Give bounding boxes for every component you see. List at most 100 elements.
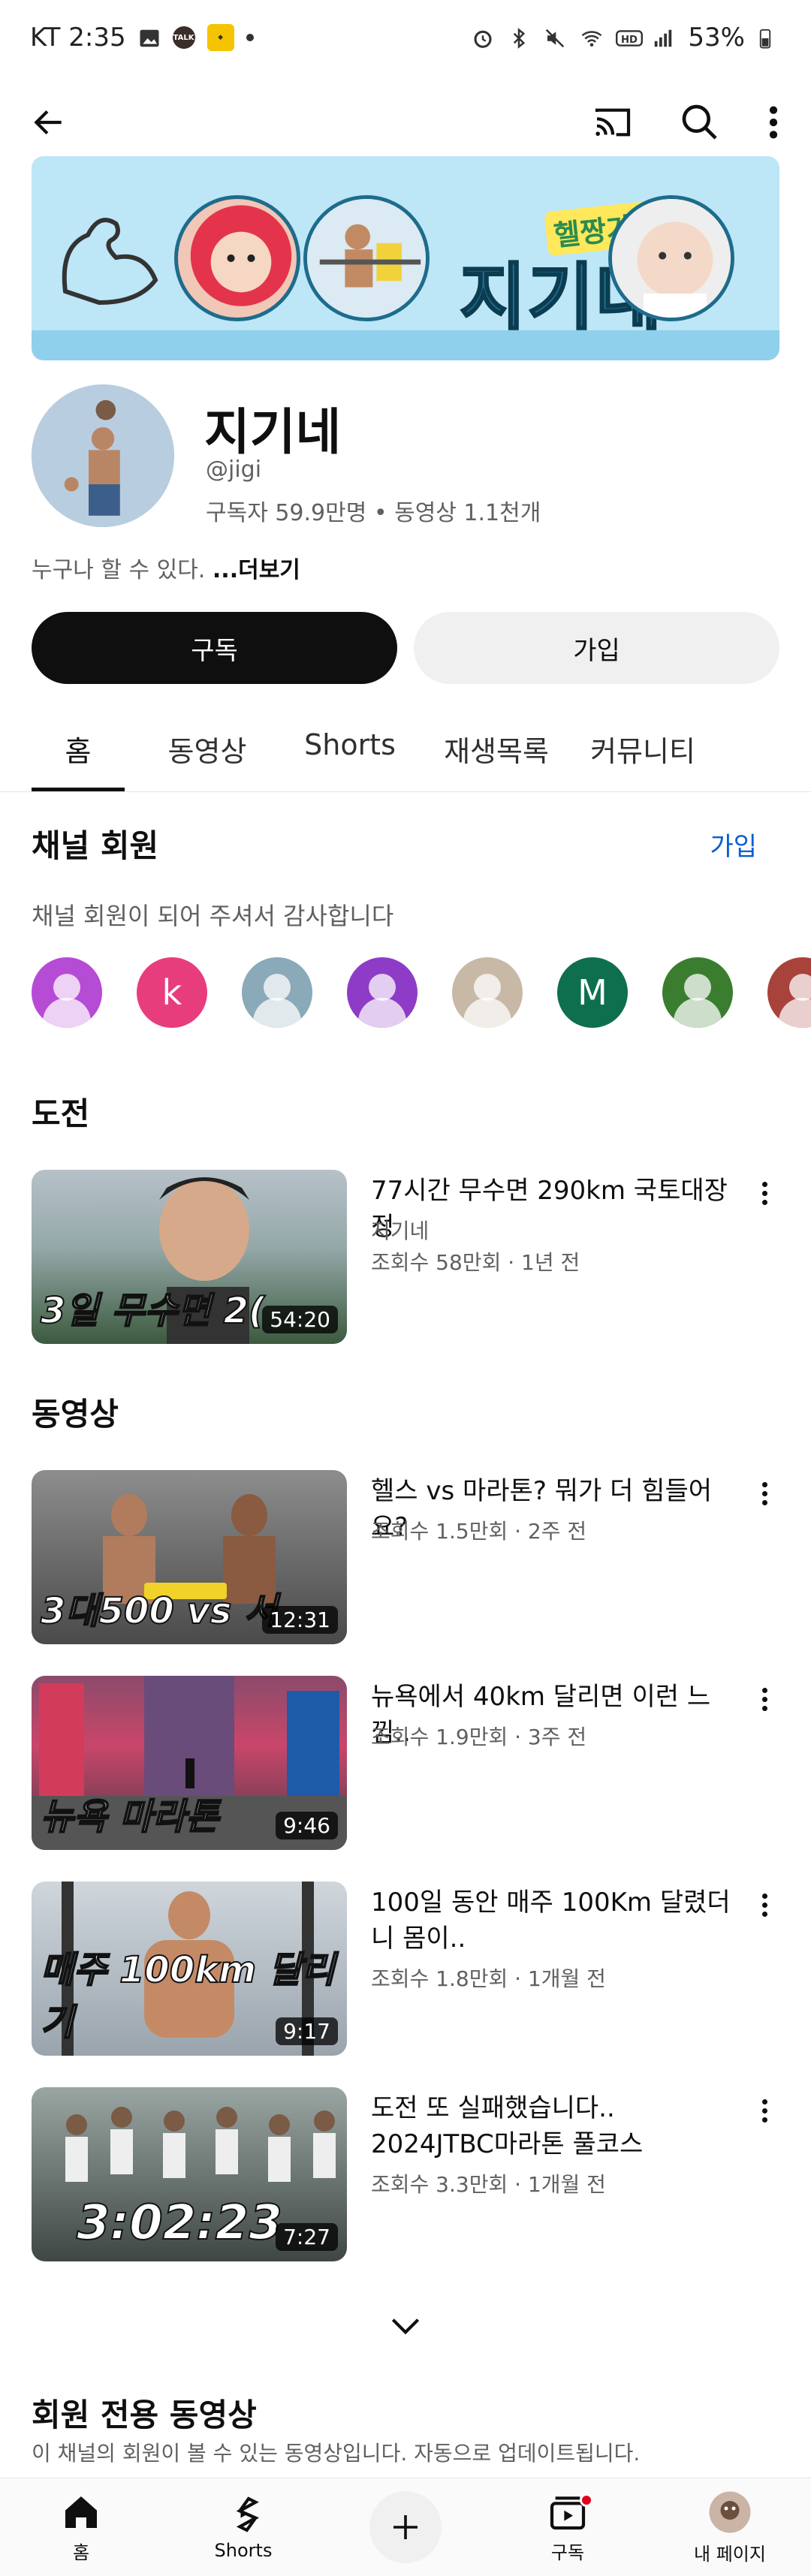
thumbnail-overlay-text: 뉴욕 마라톤 <box>40 1795 220 1839</box>
member-avatar[interactable]: k <box>137 957 207 1028</box>
back-arrow-icon[interactable] <box>30 104 68 144</box>
video-menu-icon[interactable] <box>749 1174 779 1212</box>
default-person-body <box>43 998 91 1028</box>
banner-photo-dad <box>303 195 430 321</box>
video-title[interactable]: 도전 또 실패했습니다.. 2024JTBC마라톤 풀코스 <box>371 2090 739 2162</box>
channel-avatar[interactable] <box>32 384 174 527</box>
default-person-icon <box>264 974 291 1001</box>
video-thumbnail[interactable]: 3일 무수면 2( 54:20 <box>32 1170 347 1344</box>
status-time: KT 2:35 <box>30 23 126 53</box>
video-channel: 지기네 <box>371 1219 430 1243</box>
alarm-icon <box>472 26 494 49</box>
members-join-link[interactable]: 가입 <box>710 826 757 863</box>
members-subtitle: 채널 회원이 되어 주셔서 감사합니다 <box>32 902 394 930</box>
join-button[interactable]: 가입 <box>414 612 779 684</box>
subscribe-button[interactable]: 구독 <box>32 612 397 684</box>
video-meta: 조회수 1.9만회 · 3주 전 <box>371 1725 587 1749</box>
description-text: 누구나 할 수 있다. <box>32 557 206 583</box>
channel-banner: 헬짱가족 지기네 <box>32 156 779 360</box>
banner-photo-baby <box>608 195 734 321</box>
member-avatar-letter: M <box>577 972 607 1013</box>
video-meta: 조회수 1.5만회 · 2주 전 <box>371 1519 587 1544</box>
channel-description[interactable]: 누구나 할 수 있다. ...더보기 <box>32 551 300 584</box>
gallery-icon <box>138 26 161 49</box>
cast-icon[interactable] <box>592 101 634 146</box>
member-avatar[interactable] <box>662 957 733 1028</box>
member-avatar[interactable] <box>242 957 312 1028</box>
nav-me[interactable]: 내 페이지 <box>649 2478 811 2576</box>
member-avatar[interactable] <box>347 957 418 1028</box>
video-item[interactable]: 3:02:23 7:27 도전 또 실패했습니다.. 2024JTBC마라톤 풀… <box>32 2087 779 2261</box>
video-thumbnail[interactable]: 3:02:23 7:27 <box>32 2087 347 2261</box>
challenge-section-title: 도전 <box>32 1095 90 1132</box>
nav-home[interactable]: 홈 <box>0 2478 162 2576</box>
tab-shorts[interactable]: Shorts <box>290 706 410 791</box>
nav-subscriptions-label: 구독 <box>550 2541 585 2563</box>
thumbnail-overlay-text: 3일 무수면 2( <box>40 1289 266 1333</box>
search-icon[interactable] <box>679 101 721 146</box>
channel-stats: 구독자 59.9만명 • 동영상 1.1천개 <box>206 500 541 526</box>
tab-playlists[interactable]: 재생목록 <box>410 706 583 791</box>
video-duration: 12:31 <box>262 1606 338 1634</box>
nav-me-label: 내 페이지 <box>694 2543 766 2565</box>
video-meta: 조회수 3.3만회 · 1개월 전 <box>371 2172 606 2197</box>
nav-create[interactable] <box>324 2478 487 2576</box>
create-plus-icon <box>369 2491 442 2563</box>
videos-section-title: 동영상 <box>32 1396 119 1433</box>
video-item[interactable]: 3대500 vs 서 12:31 헬스 vs 마라톤? 뭐가 더 힘들어요? 조… <box>32 1470 779 1644</box>
more-vert-icon[interactable] <box>766 101 781 146</box>
wifi-icon <box>580 26 602 49</box>
default-person-body <box>358 998 406 1028</box>
nav-shorts[interactable]: Shorts <box>162 2478 324 2576</box>
notification-dot <box>580 2493 593 2507</box>
action-buttons: 구독 가입 <box>32 612 779 684</box>
status-bar: KT 2:35 TALK ◆ HD 53% <box>0 0 811 75</box>
more-link[interactable]: ...더보기 <box>213 557 300 583</box>
video-menu-icon[interactable] <box>749 1680 779 1718</box>
thumbnail-overlay-text: 3대500 vs 서 <box>40 1589 278 1633</box>
video-item[interactable]: 매주 100km 달리기 9:17 100일 동안 매주 100Km 달렸더니 … <box>32 1882 779 2056</box>
video-thumbnail[interactable]: 뉴욕 마라톤 9:46 <box>32 1676 347 1850</box>
default-person-icon <box>53 974 80 1001</box>
banner-photo-child <box>174 195 300 321</box>
expand-chevron-icon[interactable] <box>387 2312 424 2343</box>
challenge-video[interactable]: 3일 무수면 2( 54:20 77시간 무수면 290km 국토대장정 지기네… <box>32 1170 779 1344</box>
tab-home[interactable]: 홈 <box>32 706 125 791</box>
tab-community[interactable]: 커뮤니티 <box>583 706 703 791</box>
members-videos-title: 회원 전용 동영상 <box>32 2397 257 2433</box>
video-duration: 7:27 <box>276 2223 338 2251</box>
default-person-icon <box>369 974 396 1001</box>
signal-icon <box>652 26 674 49</box>
channel-tabs: 홈 동영상 Shorts 재생목록 커뮤니티 <box>0 706 811 792</box>
nav-home-label: 홈 <box>72 2541 90 2563</box>
video-menu-icon[interactable] <box>749 2092 779 2129</box>
kakaotalk-icon: TALK <box>172 26 195 49</box>
video-title[interactable]: 100일 동안 매주 100Km 달렸더니 몸이.. <box>371 1885 739 1957</box>
video-duration: 54:20 <box>262 1306 338 1333</box>
video-duration: 9:17 <box>276 2017 338 2045</box>
mute-icon <box>544 26 566 49</box>
bottom-navigation: 홈 Shorts 구독 내 페이지 <box>0 2478 811 2576</box>
thumbnail-overlay-text: 3:02:23 <box>76 2195 283 2252</box>
bluetooth-icon <box>508 26 530 49</box>
video-menu-icon[interactable] <box>749 1475 779 1512</box>
video-item[interactable]: 뉴욕 마라톤 9:46 뉴욕에서 40km 달리면 이런 느낌.. 조회수 1.… <box>32 1676 779 1850</box>
profile-avatar <box>709 2491 751 2532</box>
video-thumbnail[interactable]: 매주 100km 달리기 9:17 <box>32 1882 347 2056</box>
shorts-icon <box>236 2496 260 2532</box>
member-avatar[interactable] <box>32 957 102 1028</box>
member-avatar[interactable]: M <box>557 957 628 1028</box>
member-avatar[interactable] <box>452 957 523 1028</box>
default-person-icon <box>789 974 811 1001</box>
default-person-icon <box>474 974 501 1001</box>
svg-text:HD: HD <box>621 35 638 46</box>
member-avatar[interactable] <box>767 957 811 1028</box>
channel-name: 지기네 <box>204 403 342 461</box>
home-icon <box>65 2496 97 2528</box>
video-menu-icon[interactable] <box>749 1886 779 1924</box>
default-person-icon <box>684 974 711 1001</box>
nav-subscriptions[interactable]: 구독 <box>487 2478 649 2576</box>
video-thumbnail[interactable]: 3대500 vs 서 12:31 <box>32 1470 347 1644</box>
tab-videos[interactable]: 동영상 <box>125 706 290 791</box>
nav-shorts-label: Shorts <box>214 2540 273 2561</box>
